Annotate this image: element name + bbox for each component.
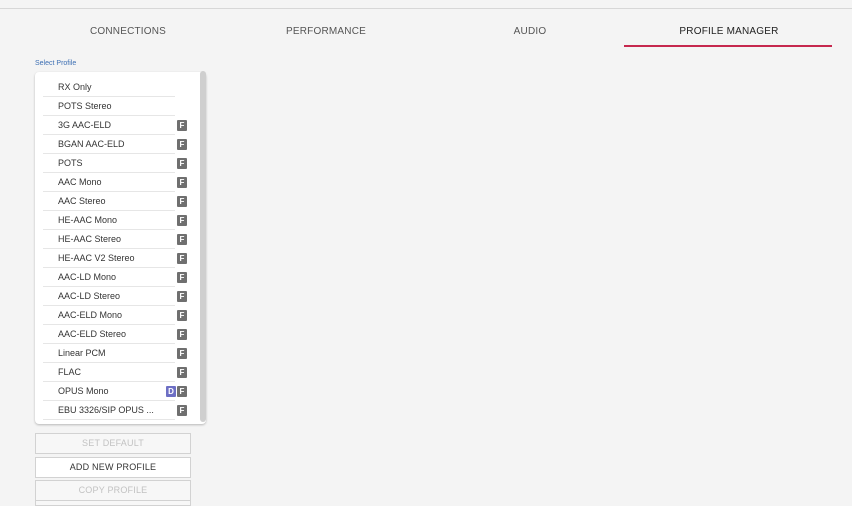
- profile-item-label: HE-AAC Stereo: [58, 234, 122, 244]
- factory-badge-icon: F: [177, 234, 187, 245]
- tab-connections[interactable]: CONNECTIONS: [80, 22, 176, 46]
- profile-item[interactable]: EBU 3326/SIP OPUS ... F: [43, 401, 187, 420]
- profile-item-label: Linear PCM: [58, 348, 106, 358]
- profile-item-label: HE-AAC Mono: [58, 215, 118, 225]
- profile-item-label: AAC-LD Mono: [58, 272, 117, 282]
- profile-badges: F: [177, 329, 187, 340]
- profile-badges: F: [177, 234, 187, 245]
- profile-item-label: POTS: [58, 158, 83, 168]
- profile-badges: F: [177, 367, 187, 378]
- tab-audio[interactable]: AUDIO: [482, 22, 578, 46]
- profile-badges: F: [177, 405, 187, 416]
- profile-badges: F: [177, 177, 187, 188]
- profile-badges: F: [177, 215, 187, 226]
- profile-item-label: POTS Stereo: [58, 101, 112, 111]
- profile-badges: DF: [166, 386, 187, 397]
- profile-badges: F: [177, 253, 187, 264]
- factory-badge-icon: F: [177, 291, 187, 302]
- profile-item-label: AAC Stereo: [58, 196, 106, 206]
- profile-item-label: HE-AAC V2 Stereo: [58, 253, 135, 263]
- profile-item[interactable]: BGAN AAC-ELD F: [43, 135, 187, 154]
- profile-item[interactable]: RX Only: [43, 78, 175, 97]
- profile-item[interactable]: POTS Stereo: [43, 97, 175, 116]
- profile-badges: F: [177, 291, 187, 302]
- profile-badges: F: [177, 310, 187, 321]
- factory-badge-icon: F: [177, 215, 187, 226]
- profile-list: RX Only POTS Stereo 3G AAC-ELD F BGAN AAC-EL…: [43, 78, 187, 420]
- profile-item-label: EBU 3326/SIP OPUS ...: [58, 405, 154, 415]
- factory-badge-icon: F: [177, 139, 187, 150]
- select-profile-label: Select Profile: [35, 60, 77, 67]
- profile-item[interactable]: AAC Stereo F: [43, 192, 187, 211]
- profile-item-label: 3G AAC-ELD: [58, 120, 112, 130]
- profile-item[interactable]: AAC-ELD Stereo F: [43, 325, 187, 344]
- factory-badge-icon: F: [177, 367, 187, 378]
- profile-list-scrollbar[interactable]: [200, 71, 206, 422]
- tab-bar: CONNECTIONS PERFORMANCE AUDIO PROFILE MA…: [30, 22, 830, 46]
- profile-item-label: AAC-ELD Mono: [58, 310, 123, 320]
- active-tab-indicator: [624, 45, 832, 47]
- profile-item-label: AAC-ELD Stereo: [58, 329, 127, 339]
- partial-button[interactable]: [35, 500, 191, 506]
- factory-badge-icon: F: [177, 196, 187, 207]
- profile-badges: F: [177, 196, 187, 207]
- factory-badge-icon: F: [177, 310, 187, 321]
- copy-profile-button[interactable]: COPY PROFILE: [35, 480, 191, 501]
- profile-item[interactable]: AAC-LD Mono F: [43, 268, 187, 287]
- profile-item[interactable]: AAC Mono F: [43, 173, 187, 192]
- profile-item-label: AAC Mono: [58, 177, 102, 187]
- factory-badge-icon: F: [177, 253, 187, 264]
- profile-item[interactable]: Linear PCM F: [43, 344, 187, 363]
- profile-badges: F: [177, 272, 187, 283]
- tab-profile-manager[interactable]: PROFILE MANAGER: [658, 22, 800, 46]
- profile-badges: F: [177, 348, 187, 359]
- factory-badge-icon: F: [177, 348, 187, 359]
- profile-item-label: RX Only: [58, 82, 92, 92]
- profile-badges: F: [177, 158, 187, 169]
- default-badge-icon: D: [166, 386, 176, 397]
- profile-item[interactable]: AAC-LD Stereo F: [43, 287, 187, 306]
- factory-badge-icon: F: [177, 177, 187, 188]
- profile-item[interactable]: AAC-ELD Mono F: [43, 306, 187, 325]
- profile-item[interactable]: FLAC F: [43, 363, 187, 382]
- factory-badge-icon: F: [177, 329, 187, 340]
- profile-item[interactable]: HE-AAC Mono F: [43, 211, 187, 230]
- profile-item-label: FLAC: [58, 367, 82, 377]
- add-new-profile-button[interactable]: ADD NEW PROFILE: [35, 457, 191, 478]
- profile-badges: F: [177, 139, 187, 150]
- profile-badges: F: [177, 120, 187, 131]
- profile-item-label: BGAN AAC-ELD: [58, 139, 125, 149]
- profile-item[interactable]: HE-AAC Stereo F: [43, 230, 187, 249]
- factory-badge-icon: F: [177, 120, 187, 131]
- factory-badge-icon: F: [177, 386, 187, 397]
- profile-item-label: AAC-LD Stereo: [58, 291, 121, 301]
- factory-badge-icon: F: [177, 158, 187, 169]
- profile-item[interactable]: POTS F: [43, 154, 187, 173]
- factory-badge-icon: F: [177, 405, 187, 416]
- factory-badge-icon: F: [177, 272, 187, 283]
- profile-item-label: OPUS Mono: [58, 386, 109, 396]
- top-divider: [0, 8, 852, 9]
- tab-performance[interactable]: PERFORMANCE: [278, 22, 374, 46]
- profile-list-panel: RX Only POTS Stereo 3G AAC-ELD F BGAN AAC-EL…: [35, 72, 206, 424]
- profile-item[interactable]: OPUS Mono D F: [43, 382, 187, 401]
- profile-item[interactable]: 3G AAC-ELD F: [43, 116, 187, 135]
- profile-item[interactable]: HE-AAC V2 Stereo F: [43, 249, 187, 268]
- set-default-button[interactable]: SET DEFAULT: [35, 433, 191, 454]
